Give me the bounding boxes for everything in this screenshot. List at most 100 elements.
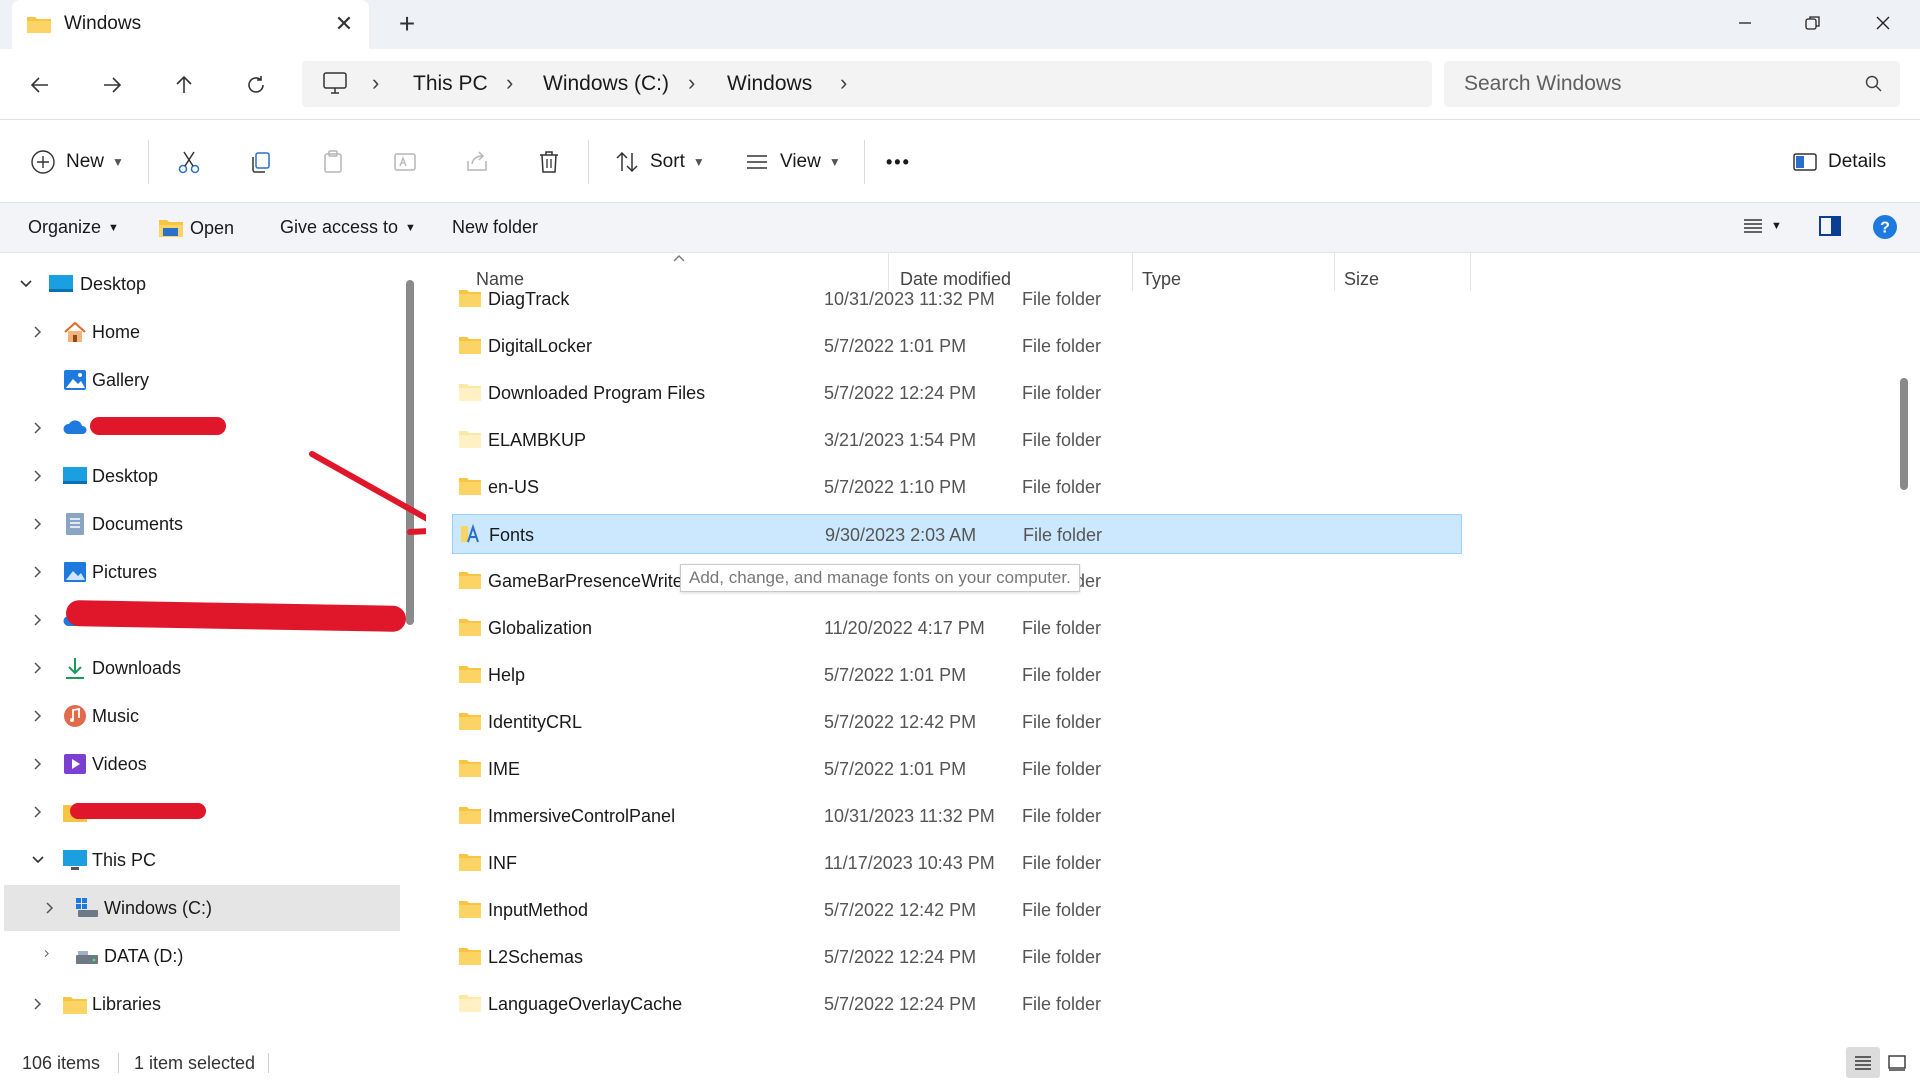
search-icon[interactable] <box>1864 74 1884 94</box>
breadcrumb[interactable]: › This PC › Windows (C:) › Windows › <box>302 61 1432 107</box>
table-row[interactable]: en-US5/7/2022 1:10 PMFile folder <box>452 467 1462 507</box>
file-date-modified: 5/7/2022 12:24 PM <box>824 994 976 1015</box>
sidebar-item-music[interactable]: Music <box>4 693 400 739</box>
chevron-right-icon[interactable] <box>30 660 46 676</box>
sidebar-item-data-d[interactable]: DATA (D:) <box>4 933 400 979</box>
file-date-modified: 5/7/2022 12:42 PM <box>824 900 976 921</box>
file-type: File folder <box>1022 289 1101 310</box>
sidebar-item-libraries[interactable]: Libraries <box>4 981 400 1027</box>
chevron-right-icon[interactable] <box>42 900 58 916</box>
sidebar-item-home[interactable]: Home <box>4 309 400 355</box>
chevron-down-icon[interactable] <box>18 276 34 292</box>
table-row[interactable]: ELAMBKUP3/21/2023 1:54 PMFile folder <box>452 420 1462 460</box>
search-input[interactable] <box>1464 70 1844 98</box>
share-icon <box>464 149 490 175</box>
table-row[interactable]: Fonts9/30/2023 2:03 AMFile folder <box>452 514 1462 554</box>
chevron-right-icon[interactable] <box>30 420 46 436</box>
organize-button[interactable]: Organize ▼ <box>28 217 119 238</box>
new-label: New <box>66 151 104 173</box>
rename-button[interactable] <box>390 142 420 182</box>
column-divider[interactable] <box>1470 253 1471 291</box>
copy-button[interactable] <box>246 142 276 182</box>
chevron-right-icon[interactable] <box>30 612 46 628</box>
arrow-up-icon <box>173 74 195 96</box>
chevron-right-icon[interactable] <box>30 996 46 1012</box>
sidebar-item-user-folder[interactable] <box>4 789 400 835</box>
sidebar-item-desktop-root[interactable]: Desktop <box>4 261 400 307</box>
delete-button[interactable] <box>534 142 564 182</box>
table-row[interactable]: ImmersiveControlPanel10/31/2023 11:32 PM… <box>452 796 1462 836</box>
details-button[interactable]: Details <box>1790 142 1886 182</box>
cut-button[interactable] <box>174 142 204 182</box>
sidebar-item-this-pc[interactable]: This PC <box>4 837 400 883</box>
chevron-right-icon[interactable] <box>30 564 46 580</box>
sort-ascending-icon <box>672 253 686 263</box>
details-view-button[interactable] <box>1846 1047 1880 1078</box>
tooltip: Add, change, and manage fonts on your co… <box>680 564 1080 592</box>
new-tab-button[interactable]: + <box>392 10 422 40</box>
table-row[interactable]: InputMethod5/7/2022 12:42 PMFile folder <box>452 890 1462 930</box>
view-button[interactable]: View ▼ <box>742 142 841 182</box>
file-list-scrollbar[interactable] <box>1900 378 1908 490</box>
table-row[interactable]: Help5/7/2022 1:01 PMFile folder <box>452 655 1462 695</box>
sidebar-item-pictures[interactable]: Pictures <box>4 549 400 595</box>
minimize-button[interactable] <box>1710 0 1780 45</box>
open-button[interactable]: Open <box>158 217 234 239</box>
close-tab-button[interactable]: ✕ <box>330 10 358 38</box>
share-button[interactable] <box>462 142 492 182</box>
sidebar-item-windows-c[interactable]: Windows (C:) <box>4 885 400 931</box>
sidebar-item-downloads[interactable]: Downloads <box>4 645 400 691</box>
close-window-button[interactable] <box>1848 0 1918 45</box>
back-button[interactable] <box>20 65 60 105</box>
sort-button[interactable]: Sort ▼ <box>612 142 705 182</box>
more-options-button[interactable]: ••• <box>886 142 911 182</box>
file-type: File folder <box>1023 525 1102 546</box>
table-row[interactable]: Globalization11/20/2022 4:17 PMFile fold… <box>452 608 1462 648</box>
chevron-right-icon[interactable] <box>30 324 46 340</box>
give-access-button[interactable]: Give access to ▼ <box>280 217 416 238</box>
table-row[interactable]: IdentityCRL5/7/2022 12:42 PMFile folder <box>452 702 1462 742</box>
chevron-right-icon[interactable]: › <box>840 71 847 95</box>
table-row[interactable]: Downloaded Program Files5/7/2022 12:24 P… <box>452 373 1462 413</box>
clipboard-icon <box>320 149 346 175</box>
redaction-mark <box>70 803 206 819</box>
table-row[interactable]: L2Schemas5/7/2022 12:24 PMFile folder <box>452 937 1462 977</box>
refresh-button[interactable] <box>236 65 276 105</box>
chevron-right-icon[interactable] <box>30 516 46 532</box>
sidebar-item-onedrive-business[interactable] <box>4 597 400 643</box>
change-view-button[interactable]: ▼ <box>1742 215 1782 237</box>
sidebar-item-label: Pictures <box>92 562 157 583</box>
chevron-right-icon[interactable] <box>30 804 46 820</box>
new-button[interactable]: New ▼ <box>28 142 124 182</box>
table-row[interactable]: DigitalLocker5/7/2022 1:01 PMFile folder <box>452 326 1462 366</box>
sidebar-item-label: Libraries <box>92 994 161 1015</box>
sidebar-item-videos[interactable]: Videos <box>4 741 400 787</box>
chevron-right-icon[interactable] <box>30 468 46 484</box>
file-type: File folder <box>1022 336 1101 357</box>
forward-button[interactable] <box>92 65 132 105</box>
file-date-modified: 3/21/2023 1:54 PM <box>824 430 976 451</box>
breadcrumb-this-pc[interactable]: This PC <box>413 72 488 96</box>
table-row[interactable]: IME5/7/2022 1:01 PMFile folder <box>452 749 1462 789</box>
sidebar-item-label: Gallery <box>92 370 149 391</box>
chevron-down-icon[interactable] <box>30 852 46 868</box>
paste-button[interactable] <box>318 142 348 182</box>
table-row[interactable]: INF11/17/2023 10:43 PMFile folder <box>452 843 1462 883</box>
up-button[interactable] <box>164 65 204 105</box>
help-button[interactable]: ? <box>1872 214 1898 240</box>
chevron-right-icon[interactable] <box>42 948 58 964</box>
chevron-right-icon[interactable] <box>30 756 46 772</box>
folder-icon <box>458 852 482 872</box>
breadcrumb-windows-c[interactable]: Windows (C:) <box>543 72 669 96</box>
table-row[interactable]: LanguageOverlayCache5/7/2022 12:24 PMFil… <box>452 984 1462 1024</box>
restore-button[interactable] <box>1778 0 1848 45</box>
new-folder-button[interactable]: New folder <box>452 217 538 238</box>
chevron-down-icon: ▼ <box>112 155 124 169</box>
sidebar-item-gallery[interactable]: Gallery <box>4 357 400 403</box>
tab-windows[interactable]: Windows ✕ <box>12 0 369 49</box>
tiles-view-button[interactable] <box>1880 1047 1914 1078</box>
chevron-right-icon[interactable] <box>30 708 46 724</box>
breadcrumb-windows[interactable]: Windows <box>727 72 812 96</box>
preview-pane-button[interactable] <box>1818 215 1842 237</box>
table-row[interactable]: DiagTrack10/31/2023 11:32 PMFile folder <box>452 279 1462 319</box>
